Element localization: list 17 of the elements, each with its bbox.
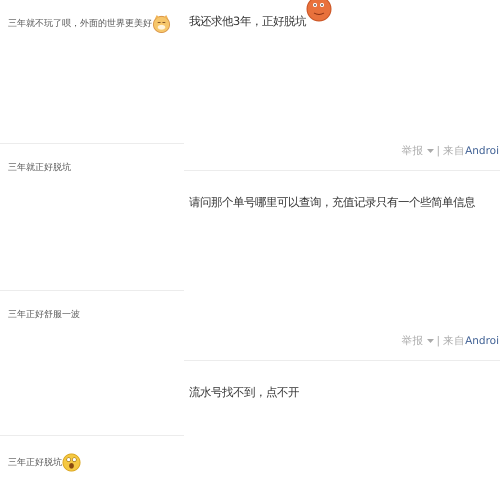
source-label: 来自 — [443, 335, 466, 347]
comment-text: 三年就不玩了呗，外面的世界更美好 — [8, 18, 152, 30]
source-link[interactable]: Androi — [465, 145, 499, 157]
source-link[interactable]: Androi — [465, 335, 499, 347]
separator: | — [436, 145, 440, 157]
post-text: 流水号找不到，点不开 — [189, 385, 299, 399]
separator: | — [436, 335, 440, 347]
comment-text: 三年正好脱坑 — [8, 457, 62, 468]
comment-text: 三年就正好脱坑 — [8, 162, 71, 174]
comment-text: 三年正好舒服一波 — [8, 309, 80, 320]
post-text: 我还求他3年，正好脱坑 — [189, 14, 306, 28]
caret-icon[interactable] — [426, 339, 434, 343]
cat-face-icon — [152, 14, 171, 34]
smiley-icon — [62, 453, 81, 472]
source-label: 来自 — [443, 145, 466, 157]
caret-icon[interactable] — [426, 149, 434, 153]
post-text: 请问那个单号哪里可以查询，充值记录只有一个些简单信息 — [189, 195, 475, 209]
